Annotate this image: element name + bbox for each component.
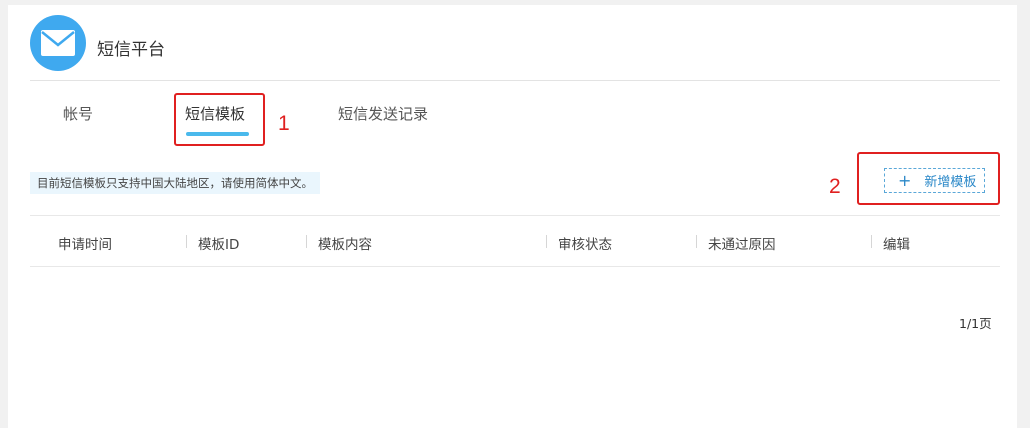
pagination-indicator: 1/1页 — [959, 316, 992, 331]
notice-banner: 目前短信模板只支持中国大陆地区，请使用简体中文。 — [30, 172, 320, 194]
column-divider — [186, 235, 187, 248]
column-divider — [871, 235, 872, 248]
column-header-template-id: 模板ID — [198, 237, 240, 253]
column-header-template-content: 模板内容 — [318, 237, 372, 253]
column-header-review-status: 审核状态 — [558, 237, 612, 253]
annotation-box-2 — [857, 152, 1000, 205]
column-divider — [306, 235, 307, 248]
column-divider — [696, 235, 697, 248]
column-divider — [546, 235, 547, 248]
main-card: 短信平台 帐号 短信模板 短信发送记录 1 目前短信模板只支持中国大陆地区，请使… — [8, 5, 1017, 428]
column-header-edit: 编辑 — [883, 237, 910, 253]
annotation-box-1 — [174, 93, 265, 146]
tab-sms-send-records[interactable]: 短信发送记录 — [338, 103, 428, 124]
page-title: 短信平台 — [97, 40, 165, 60]
envelope-icon — [30, 15, 86, 71]
annotation-number-1: 1 — [278, 112, 290, 135]
annotation-number-2: 2 — [829, 175, 841, 198]
table-header: 申请时间 模板ID 模板内容 审核状态 未通过原因 编辑 — [30, 215, 1000, 267]
tab-account[interactable]: 帐号 — [63, 103, 93, 124]
column-header-reject-reason: 未通过原因 — [708, 237, 776, 253]
column-header-apply-time: 申请时间 — [58, 237, 112, 253]
page-header: 短信平台 — [30, 13, 1000, 81]
